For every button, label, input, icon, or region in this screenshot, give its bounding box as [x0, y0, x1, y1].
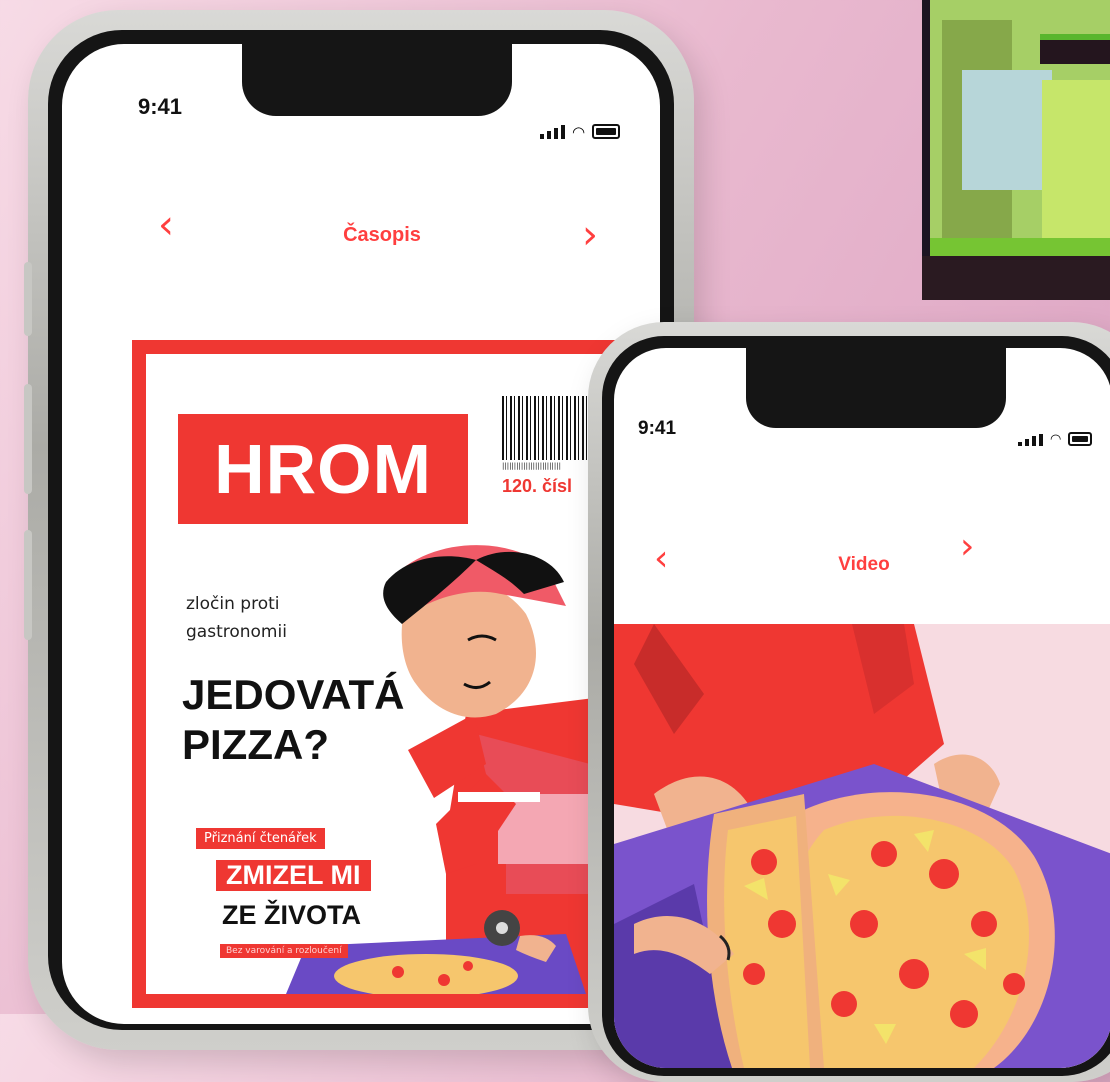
side-button: [24, 262, 32, 336]
phone-right: 9:41 ◠ ‹ Video ›: [588, 322, 1110, 1082]
chevron-left-icon[interactable]: ‹: [158, 202, 174, 248]
story-subtitle: Bez varování a rozloučení: [220, 944, 348, 958]
nav-title: Časopis: [343, 224, 421, 246]
reader-tag: Přiznání čtenářek: [196, 828, 325, 849]
story-title-line1: ZMIZEL MI: [216, 860, 371, 891]
wifi-icon: ◠: [572, 123, 586, 141]
magazine-cover[interactable]: HROM ||||||||||||||||||||||||| 120. čísl…: [132, 340, 660, 1008]
chevron-left-icon[interactable]: ‹: [654, 538, 668, 579]
side-button: [24, 530, 32, 640]
battery-icon: [592, 124, 621, 139]
status-icons: ◠: [540, 123, 621, 141]
wifi-icon: ◠: [1050, 432, 1062, 447]
status-time: 9:41: [638, 418, 677, 439]
magazine-logo: HROM: [178, 414, 468, 524]
side-button: [24, 384, 32, 494]
pizza-video-illustration: [614, 624, 1110, 1068]
status-time: 9:41: [138, 94, 183, 119]
video-player[interactable]: [614, 624, 1110, 1068]
signal-icon: [1018, 434, 1043, 446]
screen-left: 9:41 ◠ ‹ Časopis › HROM ||||||||||||||||…: [62, 44, 660, 1024]
battery-icon: [1068, 432, 1093, 446]
chevron-right-icon[interactable]: ›: [960, 526, 974, 567]
issue-number: 120. čísl: [502, 476, 573, 496]
cover-headline: JEDOVATÁ PIZZA?: [182, 671, 405, 768]
pixel-art-thumbnail: [922, 0, 1110, 300]
status-icons: ◠: [1018, 432, 1093, 447]
chevron-right-icon[interactable]: ›: [582, 212, 598, 258]
signal-icon: [540, 125, 565, 139]
nav-title: Video: [838, 554, 890, 575]
story-title-line2: ZE ŽIVOTA: [222, 900, 361, 930]
cover-tagline: zločin proti gastronomii: [186, 594, 287, 642]
screen-right: 9:41 ◠ ‹ Video ›: [614, 348, 1110, 1068]
